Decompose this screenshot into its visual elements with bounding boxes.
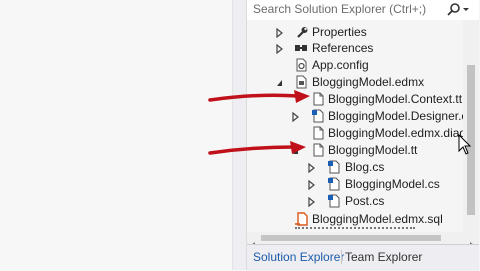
panel-splitter[interactable] <box>232 0 247 270</box>
csharp-file-icon <box>327 177 341 191</box>
solution-explorer-panel: Search Solution Explorer (Ctrl+;) Proper… <box>246 0 480 271</box>
tree-item-label: BloggingModel.Context.tt <box>328 92 463 106</box>
tree-item-label: BloggingModel.edmx.diagram <box>328 126 463 140</box>
tree-item-label: BloggingModel.edmx <box>312 75 425 89</box>
panel-tabs: Solution Explorer Team Explorer <box>247 244 479 271</box>
collapse-icon[interactable] <box>275 76 285 88</box>
csharp-file-icon <box>327 194 341 208</box>
tree-item-label: References <box>312 41 374 55</box>
template-file-icon <box>311 143 325 157</box>
tree-item-label: Post.cs <box>345 194 385 208</box>
tree-item-label: App.config <box>312 58 369 72</box>
tree-item-edmx-sql[interactable]: BloggingModel.edmx.sql <box>247 211 463 228</box>
search-icon[interactable] <box>445 2 473 18</box>
tree-item-edmx-diagram[interactable]: BloggingModel.edmx.diagram <box>247 125 463 142</box>
expand-icon[interactable] <box>307 195 317 208</box>
tree-item-label: Properties <box>312 25 367 39</box>
wrench-icon <box>295 25 309 39</box>
references-icon <box>294 41 308 55</box>
editor-area <box>0 0 232 270</box>
csharp-file-icon <box>327 160 341 174</box>
expand-icon[interactable] <box>291 110 301 123</box>
tab-separator <box>341 250 342 264</box>
tree-item-bloggingmodel-cs[interactable]: BloggingModel.cs <box>247 176 463 193</box>
tree-item-blog-cs[interactable]: Blog.cs <box>247 159 463 176</box>
config-file-icon <box>294 58 308 72</box>
solution-tree: Properties References App.config Bloggin… <box>247 20 463 232</box>
csharp-file-icon <box>311 109 325 123</box>
tree-item-label: Blog.cs <box>345 160 385 174</box>
tree-item-post-cs[interactable]: Post.cs <box>247 193 463 210</box>
edmx-file-icon <box>294 75 308 89</box>
tree-item-label: BloggingModel.cs <box>345 177 440 191</box>
mouse-cursor-icon <box>458 134 472 155</box>
tree-item-context-tt[interactable]: BloggingModel.Context.tt <box>247 91 463 108</box>
tree-item-label: BloggingModel.Designer.cs <box>328 109 463 123</box>
tree-item-app-config[interactable]: App.config <box>247 57 463 74</box>
tree-item-properties[interactable]: Properties <box>247 24 463 41</box>
tree-item-references[interactable]: References <box>247 40 463 57</box>
horizontal-scrollbar[interactable] <box>247 232 479 248</box>
tree-item-bloggingmodel-tt[interactable]: BloggingModel.tt <box>247 142 463 159</box>
vertical-scrollbar[interactable] <box>463 20 479 232</box>
search-placeholder: Search Solution Explorer (Ctrl+;) <box>253 2 427 16</box>
diagram-file-icon <box>311 126 325 140</box>
collapse-icon[interactable] <box>291 144 301 156</box>
search-input[interactable]: Search Solution Explorer (Ctrl+;) <box>247 0 479 21</box>
tree-item-designer-cs[interactable]: BloggingModel.Designer.cs <box>247 108 463 125</box>
tab-team-explorer[interactable]: Team Explorer <box>345 249 422 265</box>
expand-icon[interactable] <box>307 178 317 191</box>
horizontal-scroll-thumb[interactable] <box>261 235 441 241</box>
expand-icon[interactable] <box>307 161 317 174</box>
expand-icon[interactable] <box>275 42 285 55</box>
tree-item-label: BloggingModel.edmx.sql <box>312 212 443 226</box>
tab-solution-explorer[interactable]: Solution Explorer <box>253 249 344 265</box>
tree-item-label: BloggingModel.tt <box>328 143 418 157</box>
tree-item-bloggingmodel-edmx[interactable]: BloggingModel.edmx <box>247 74 463 91</box>
expand-icon[interactable] <box>275 26 285 39</box>
sql-file-icon <box>294 212 308 226</box>
template-file-icon <box>311 92 325 106</box>
